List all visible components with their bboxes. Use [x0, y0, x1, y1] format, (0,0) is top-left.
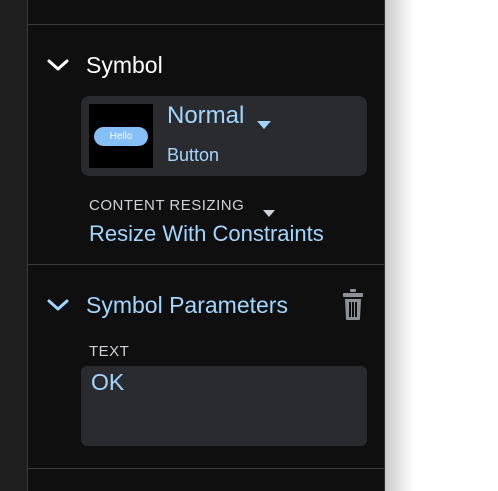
canvas-edge	[0, 0, 27, 491]
thumbnail-button-preview: Hello	[94, 127, 148, 146]
section-divider	[28, 468, 384, 469]
symbol-state-dropdown[interactable]: Normal	[167, 102, 244, 130]
symbol-instance-card[interactable]: Hello Normal Button	[81, 96, 367, 176]
caret-down-icon[interactable]	[263, 204, 275, 222]
section-divider	[28, 264, 384, 265]
symbol-thumbnail: Hello	[89, 104, 153, 168]
caret-down-icon[interactable]	[257, 116, 271, 134]
symbol-name: Button	[167, 145, 220, 165]
text-parameter-value[interactable]: OK	[91, 369, 124, 396]
panel-shadow	[384, 0, 414, 491]
text-parameter-label: TEXT	[89, 343, 130, 360]
inspector-window: Symbol Hello Normal Button CONTENT RESIZ…	[0, 0, 498, 491]
symbol-parameters-title[interactable]: Symbol Parameters	[86, 292, 288, 319]
content-resizing-label[interactable]: CONTENT RESIZING	[89, 197, 244, 214]
chevron-down-icon[interactable]	[46, 56, 70, 79]
symbol-section-title[interactable]: Symbol	[86, 52, 163, 79]
inspector-panel: Symbol Hello Normal Button CONTENT RESIZ…	[27, 0, 385, 491]
text-parameter-field[interactable]: OK	[81, 366, 367, 446]
trash-icon[interactable]	[342, 288, 364, 326]
section-divider	[28, 24, 384, 25]
chevron-down-icon[interactable]	[46, 296, 70, 319]
content-resizing-value[interactable]: Resize With Constraints	[89, 221, 324, 247]
